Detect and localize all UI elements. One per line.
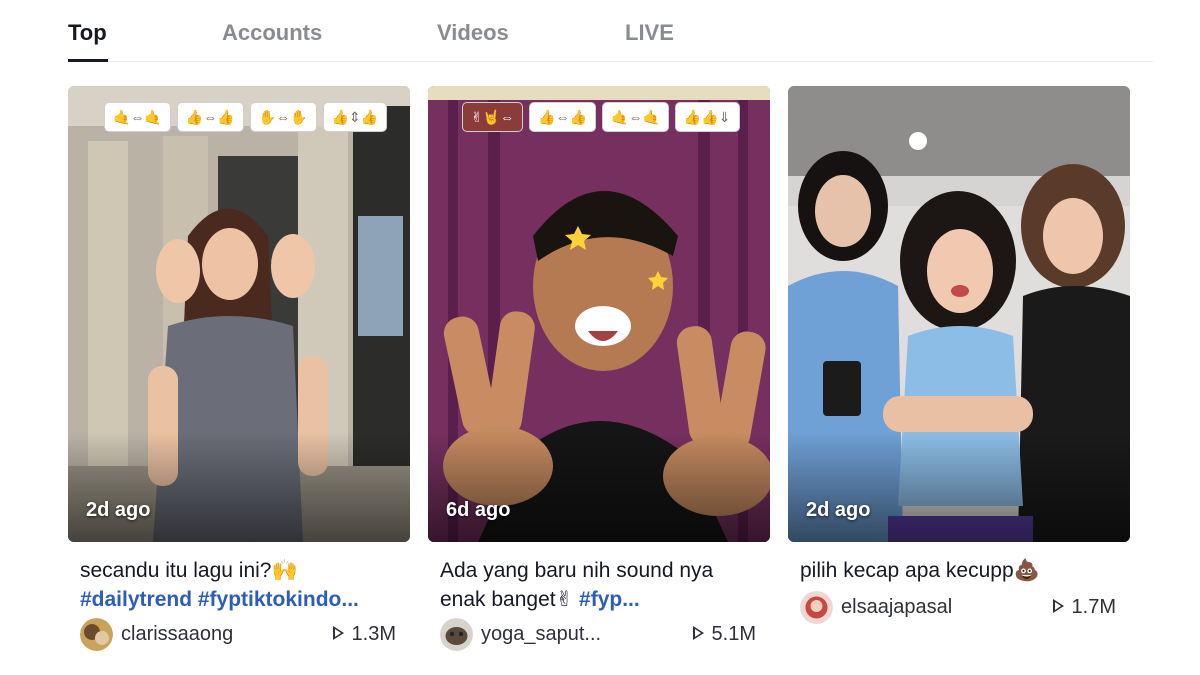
video-card[interactable]: ✌🤘⇔ 👍⇔👍 🤙⇔🤙 👍👍⇓ 6d ago Ada yang baru nih…	[428, 86, 770, 651]
username[interactable]: yoga_saput...	[481, 623, 601, 646]
caption-text: enak banget✌	[440, 588, 580, 611]
caption-hashtags[interactable]: #fyp...	[579, 588, 640, 611]
emoji-chip: ✋⇔✋	[249, 102, 317, 132]
video-caption[interactable]: Ada yang baru nih sound nya enak banget✌…	[440, 556, 760, 614]
avatar[interactable]	[440, 618, 473, 651]
thumbnail-shade	[68, 432, 410, 542]
username[interactable]: clarissaaong	[121, 623, 233, 646]
video-meta: elsaajapasal 1.7M	[800, 591, 1120, 625]
video-card[interactable]: 2d ago pilih kecap apa kecupp💩 elsaajapa…	[788, 86, 1130, 624]
posted-ago: 2d ago	[806, 499, 871, 521]
emoji-chips: 🤙⇔🤙 👍⇔👍 ✋⇔✋ 👍⇕👍	[104, 102, 388, 132]
caption-text: Ada yang baru nih sound nya	[440, 559, 714, 582]
caption-line: enak banget✌ #fyp...	[440, 585, 760, 614]
caption-hashtags[interactable]: #dailytrend #fyptiktokindo...	[80, 585, 400, 614]
search-tabs: Top Accounts Videos LIVE	[68, 0, 1153, 62]
video-thumbnail[interactable]: 🤙⇔🤙 👍⇔👍 ✋⇔✋ 👍⇕👍 2d ago	[68, 86, 410, 542]
video-caption[interactable]: pilih kecap apa kecupp💩	[800, 556, 1120, 585]
emoji-chip: 👍⇕👍	[322, 102, 388, 132]
active-tab-indicator	[68, 59, 108, 62]
video-caption[interactable]: secandu itu lagu ini?🙌 #dailytrend #fypt…	[80, 556, 400, 614]
caption-text: pilih kecap apa kecupp💩	[800, 559, 1040, 582]
play-icon	[1052, 599, 1064, 613]
video-card[interactable]: 🤙⇔🤙 👍⇔👍 ✋⇔✋ 👍⇕👍 2d ago secandu itu lagu …	[68, 86, 410, 651]
video-thumbnail[interactable]: 2d ago	[788, 86, 1130, 542]
play-count-value: 5.1M	[711, 623, 756, 645]
avatar[interactable]	[800, 591, 833, 624]
tab-top[interactable]: Top	[68, 20, 107, 46]
emoji-chip: ✌🤘⇔	[462, 102, 524, 132]
video-meta: clarissaaong 1.3M	[80, 618, 400, 652]
play-icon	[332, 626, 344, 640]
play-count: 1.3M	[332, 623, 396, 646]
tab-videos[interactable]: Videos	[437, 20, 509, 46]
play-icon	[692, 626, 704, 640]
thumbnail-shade	[428, 432, 770, 542]
play-count-value: 1.7M	[1071, 596, 1116, 618]
emoji-chip: 👍⇔👍	[176, 102, 244, 132]
play-count-value: 1.3M	[351, 623, 396, 645]
posted-ago: 6d ago	[446, 499, 511, 521]
emoji-chips: ✌🤘⇔ 👍⇔👍 🤙⇔🤙 👍👍⇓	[462, 102, 740, 132]
video-thumbnail[interactable]: ✌🤘⇔ 👍⇔👍 🤙⇔🤙 👍👍⇓ 6d ago	[428, 86, 770, 542]
emoji-chip: 👍👍⇓	[674, 102, 740, 132]
thumbnail-shade	[788, 432, 1130, 542]
avatar[interactable]	[80, 618, 113, 651]
play-count: 1.7M	[1052, 596, 1116, 619]
play-count: 5.1M	[692, 623, 756, 646]
tab-accounts[interactable]: Accounts	[222, 20, 322, 46]
video-meta: yoga_saput... 5.1M	[440, 618, 760, 652]
emoji-chip: 🤙⇔🤙	[602, 102, 669, 132]
tab-live[interactable]: LIVE	[625, 20, 674, 46]
emoji-chip: 👍⇔👍	[529, 102, 597, 132]
caption-text: secandu itu lagu ini?🙌	[80, 559, 298, 582]
posted-ago: 2d ago	[86, 499, 151, 521]
username[interactable]: elsaajapasal	[841, 596, 952, 619]
emoji-chip: 🤙⇔🤙	[104, 102, 171, 132]
